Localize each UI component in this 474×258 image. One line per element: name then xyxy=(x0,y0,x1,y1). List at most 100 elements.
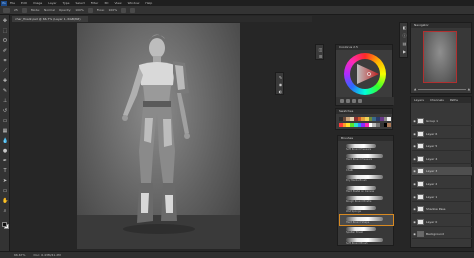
color-wheel-panel: Coolorus 2.5 xyxy=(335,44,394,106)
crop-icon[interactable]: ⌗ xyxy=(2,59,8,64)
layer-thumbnail xyxy=(417,155,424,162)
layer-row[interactable]: ◉ Layer 5 xyxy=(412,142,472,152)
opacity-input[interactable]: 100% xyxy=(75,8,84,12)
lasso-icon[interactable]: ʘ xyxy=(2,39,8,44)
tab-channels[interactable]: Channels xyxy=(430,97,444,103)
quick-select-icon[interactable]: ✐ xyxy=(2,49,8,54)
pressure-opacity-icon[interactable] xyxy=(87,7,93,13)
adjustments-icon[interactable]: ◐ xyxy=(278,89,283,94)
brush-preset[interactable]: Hard Round Shape xyxy=(339,213,394,226)
layer-name: Group 1 xyxy=(426,119,438,123)
zoom-out-icon[interactable]: ▲ xyxy=(414,87,416,91)
healing-icon[interactable]: ✚ xyxy=(2,79,8,84)
clone-source-icon[interactable]: ◉ xyxy=(278,82,283,87)
pen-icon[interactable]: ✒ xyxy=(2,159,8,164)
eraser-icon[interactable]: ▭ xyxy=(2,119,8,124)
brush-preset[interactable]: Soft Round Pressure xyxy=(340,142,393,152)
brush-preset[interactable]: Soft Round Brush xyxy=(340,236,393,246)
path-select-icon[interactable]: ➤ xyxy=(2,179,8,184)
menu-item-view[interactable]: View xyxy=(114,1,121,5)
color-swatch[interactable] xyxy=(387,117,392,121)
color-settings-icon[interactable] xyxy=(358,99,362,103)
color-mode-icon[interactable] xyxy=(340,99,344,103)
saturation-triangle[interactable] xyxy=(355,62,381,86)
brush-preset[interactable]: Wet Sponge xyxy=(340,204,393,214)
layer-row[interactable]: ◉ Layer 2 xyxy=(412,180,472,189)
navigator-toggle-icon[interactable]: ◧ xyxy=(402,25,407,30)
brush-preset[interactable]: Hard Pastel on Canvas xyxy=(340,184,393,194)
brush-size-value[interactable]: 25 xyxy=(14,8,18,12)
layer-thumbnail xyxy=(417,231,424,238)
actions-icon[interactable]: ▶ xyxy=(402,49,407,54)
zoom-slider[interactable] xyxy=(418,88,466,90)
tab-paths[interactable]: Paths xyxy=(450,97,458,103)
zoom-level[interactable]: 66.67% xyxy=(14,253,25,257)
menu-item-filter[interactable]: Filter xyxy=(91,1,98,5)
wheel-center xyxy=(350,59,380,89)
marquee-icon[interactable]: ⬚ xyxy=(2,29,8,34)
layer-row[interactable]: ◉ Shadow Pass xyxy=(412,205,472,215)
brush-name: Dry Media Brush xyxy=(346,179,367,183)
gradient-icon[interactable]: ▦ xyxy=(2,129,8,134)
doc-info: Doc: 6.43M/41.2M xyxy=(33,253,61,257)
move-icon[interactable]: ✥ xyxy=(2,19,8,24)
character-painting xyxy=(122,34,195,234)
brush-preset[interactable]: Hard Round Pressure xyxy=(340,152,393,162)
menu-item-edit[interactable]: Edit xyxy=(21,1,27,5)
menu-item-layer[interactable]: Layer xyxy=(48,1,56,5)
brush-preset[interactable]: Spatter Brush xyxy=(340,225,393,235)
navigator-thumbnail[interactable] xyxy=(423,31,457,83)
brush-settings-icon[interactable]: ✎ xyxy=(278,75,283,80)
menu-item-image[interactable]: Image xyxy=(33,1,42,5)
stamp-icon[interactable]: ⊥ xyxy=(2,99,8,104)
hand-icon[interactable]: ✋ xyxy=(2,199,8,204)
mode-select[interactable]: Normal xyxy=(44,8,55,12)
menu-item-help[interactable]: Help xyxy=(145,1,152,5)
dodge-icon[interactable]: ● xyxy=(2,149,8,154)
brush-preset-picker[interactable] xyxy=(3,7,10,13)
brush-panel-toggle-icon[interactable] xyxy=(21,7,27,13)
pressure-size-icon[interactable] xyxy=(130,7,136,13)
layer-row[interactable]: ◉ Layer 4 xyxy=(412,155,472,164)
layer-row[interactable]: ◉ Layer 3 xyxy=(412,167,472,177)
brush-preset[interactable]: Dry Media Brush xyxy=(340,173,393,183)
shape-icon[interactable]: ▭ xyxy=(2,189,8,194)
brush-preset[interactable]: Chalk xyxy=(340,163,393,173)
layer-row[interactable]: ◉ Group 1 xyxy=(412,117,472,126)
menu-item-file[interactable]: File xyxy=(10,1,15,5)
color-mixer-icon[interactable] xyxy=(352,99,356,103)
info-icon[interactable]: ⓘ xyxy=(402,33,407,38)
flow-input[interactable]: 100% xyxy=(109,8,118,12)
foreground-color-swatch[interactable] xyxy=(2,222,7,227)
document-canvas[interactable] xyxy=(77,23,240,249)
layer-row[interactable]: ◉ Background xyxy=(412,230,472,240)
eyedropper-icon[interactable]: ⟋ xyxy=(2,69,8,74)
menu-items: File Edit Image Layer Type Select Filter 3D View… xyxy=(10,1,152,5)
brush-preset[interactable]: Rough Round Bristle xyxy=(340,194,393,204)
zoom-in-icon[interactable]: ▲ xyxy=(468,87,470,91)
brush-icon[interactable]: ✎ xyxy=(2,89,8,94)
menu-item-type[interactable]: Type xyxy=(63,1,70,5)
type-icon[interactable]: T xyxy=(2,169,8,174)
menu-item-select[interactable]: Select xyxy=(76,1,85,5)
floating-panel-strip-2: ✎ ◉ ◐ xyxy=(275,72,284,95)
menu-item-3d[interactable]: 3D xyxy=(104,1,108,5)
document-tab[interactable]: char_final2.psd @ 66.7% (Layer 1, RGB/8#… xyxy=(12,16,88,22)
tab-layers[interactable]: Layers xyxy=(414,97,424,103)
layer-row[interactable]: ◉ Layer 0 xyxy=(412,218,472,227)
hue-ring[interactable] xyxy=(344,53,386,95)
color-swatch[interactable] xyxy=(387,123,392,127)
zoom-icon[interactable]: ⌕ xyxy=(2,209,8,214)
menu-item-window[interactable]: Window xyxy=(128,1,140,5)
properties-icon[interactable]: ☰ xyxy=(318,54,323,59)
airbrush-icon[interactable] xyxy=(121,7,127,13)
blur-icon[interactable]: 💧 xyxy=(2,139,8,144)
color-history-icon[interactable] xyxy=(346,99,350,103)
history-icon[interactable]: ◫ xyxy=(318,47,323,52)
brush-name: Hard Round Shape xyxy=(346,220,370,224)
histogram-icon[interactable]: ▤ xyxy=(402,41,407,46)
brush-name: Soft Round Brush xyxy=(346,241,368,245)
history-brush-icon[interactable]: ↺ xyxy=(2,109,8,114)
layer-row[interactable]: ◉ Layer 6 xyxy=(412,130,472,139)
layer-row[interactable]: ◉ Layer 1 xyxy=(412,193,472,202)
